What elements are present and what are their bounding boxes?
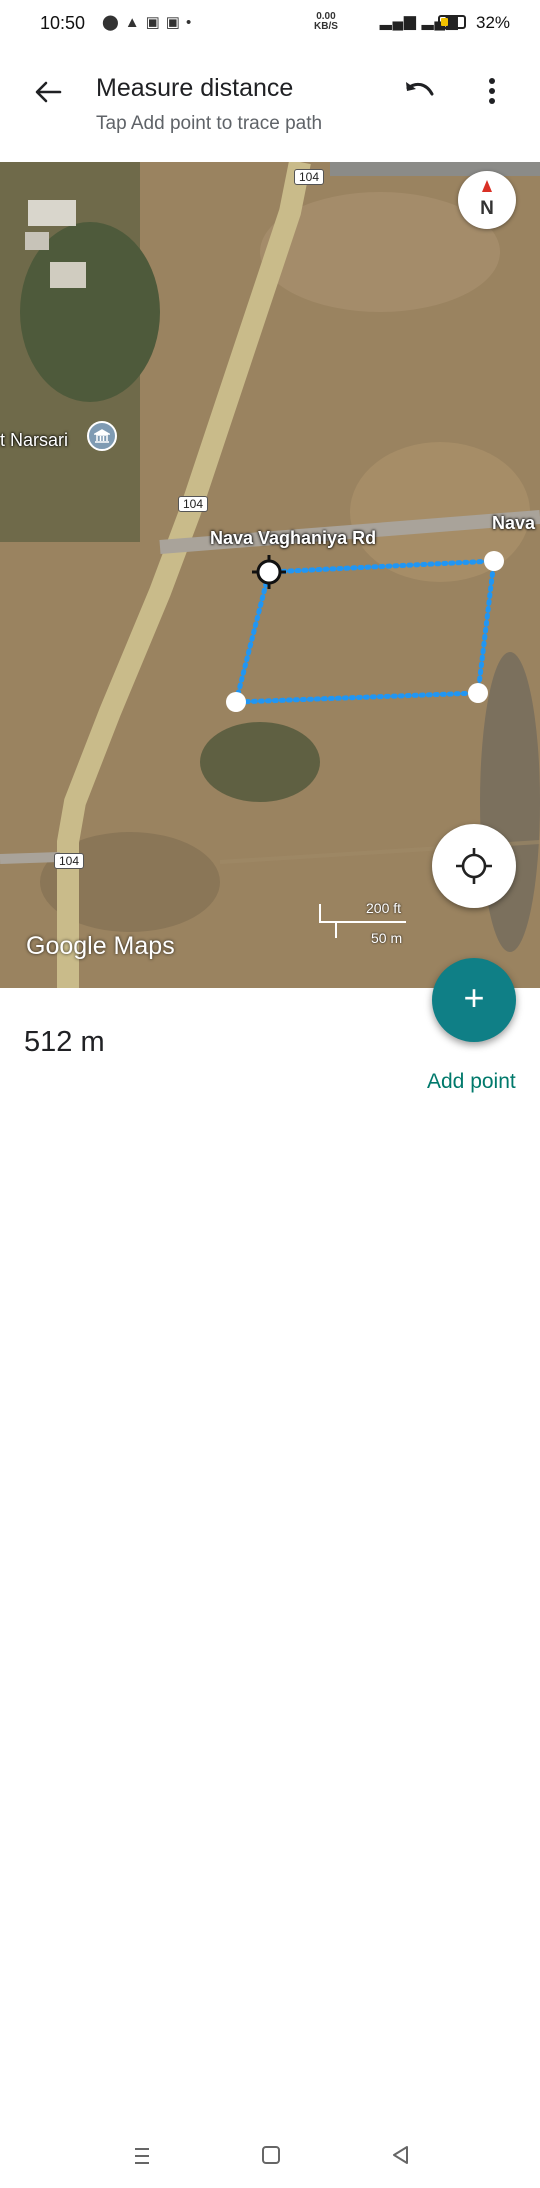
map-view[interactable]: 104 104 104 Nava Vaghaniya Rd Nava t Nar…: [0, 162, 540, 988]
page-subtitle: Tap Add point to trace path: [96, 113, 323, 134]
road-shield: 104: [54, 853, 85, 869]
home-icon[interactable]: [262, 2146, 280, 2164]
scale-imperial: 200 ft: [366, 900, 402, 916]
my-location-button[interactable]: [432, 824, 516, 908]
back-triangle-icon[interactable]: [390, 2144, 410, 2166]
compass-button[interactable]: N: [458, 171, 516, 229]
net-speed: 0.00 KB/S: [314, 12, 338, 32]
road-shield: 104: [178, 496, 209, 512]
place-label[interactable]: t Narsari: [0, 430, 68, 451]
compass-arrow-icon: [482, 180, 492, 192]
battery-fill: [441, 18, 448, 26]
notification-icons: ⬤▲▣▣•: [102, 14, 198, 31]
road-label: Nava Vaghaniya Rd: [210, 528, 377, 548]
undo-icon[interactable]: [400, 74, 438, 110]
status-bar: 10:50 ⬤▲▣▣• 0.00 KB/S ▂▄▆ ▂▄▆ 32%: [0, 0, 540, 48]
road-shield: 104: [294, 169, 325, 185]
system-nav-bar: [0, 2128, 540, 2188]
recent-apps-icon[interactable]: [132, 2146, 152, 2166]
add-point-fab[interactable]: +: [432, 958, 516, 1042]
app-bar: Measure distance Tap Add point to trace …: [0, 48, 540, 162]
road-label-partial: Nava: [492, 513, 536, 533]
path-point[interactable]: [468, 683, 488, 703]
battery-icon: [438, 15, 466, 29]
scale-bar: 200 ft 50 m: [318, 900, 418, 946]
crosshair-icon: [456, 848, 492, 884]
more-vert-icon[interactable]: [478, 74, 506, 110]
google-maps-logo: Google Maps: [26, 932, 175, 960]
compass-label: N: [480, 198, 494, 219]
status-time: 10:50: [40, 13, 86, 33]
place-pin-icon[interactable]: [87, 421, 117, 451]
total-distance: 512 m: [24, 1026, 105, 1058]
path-point[interactable]: [484, 551, 504, 571]
path-point[interactable]: [226, 692, 246, 712]
page-title: Measure distance: [96, 74, 294, 102]
battery-percent: 32%: [476, 13, 511, 32]
net-speed-unit: KB/S: [314, 21, 338, 32]
arrow-left-icon[interactable]: [30, 74, 66, 110]
scale-metric: 50 m: [371, 930, 403, 946]
plus-icon: +: [463, 977, 485, 1018]
add-point-button[interactable]: Add point: [427, 1070, 516, 1094]
